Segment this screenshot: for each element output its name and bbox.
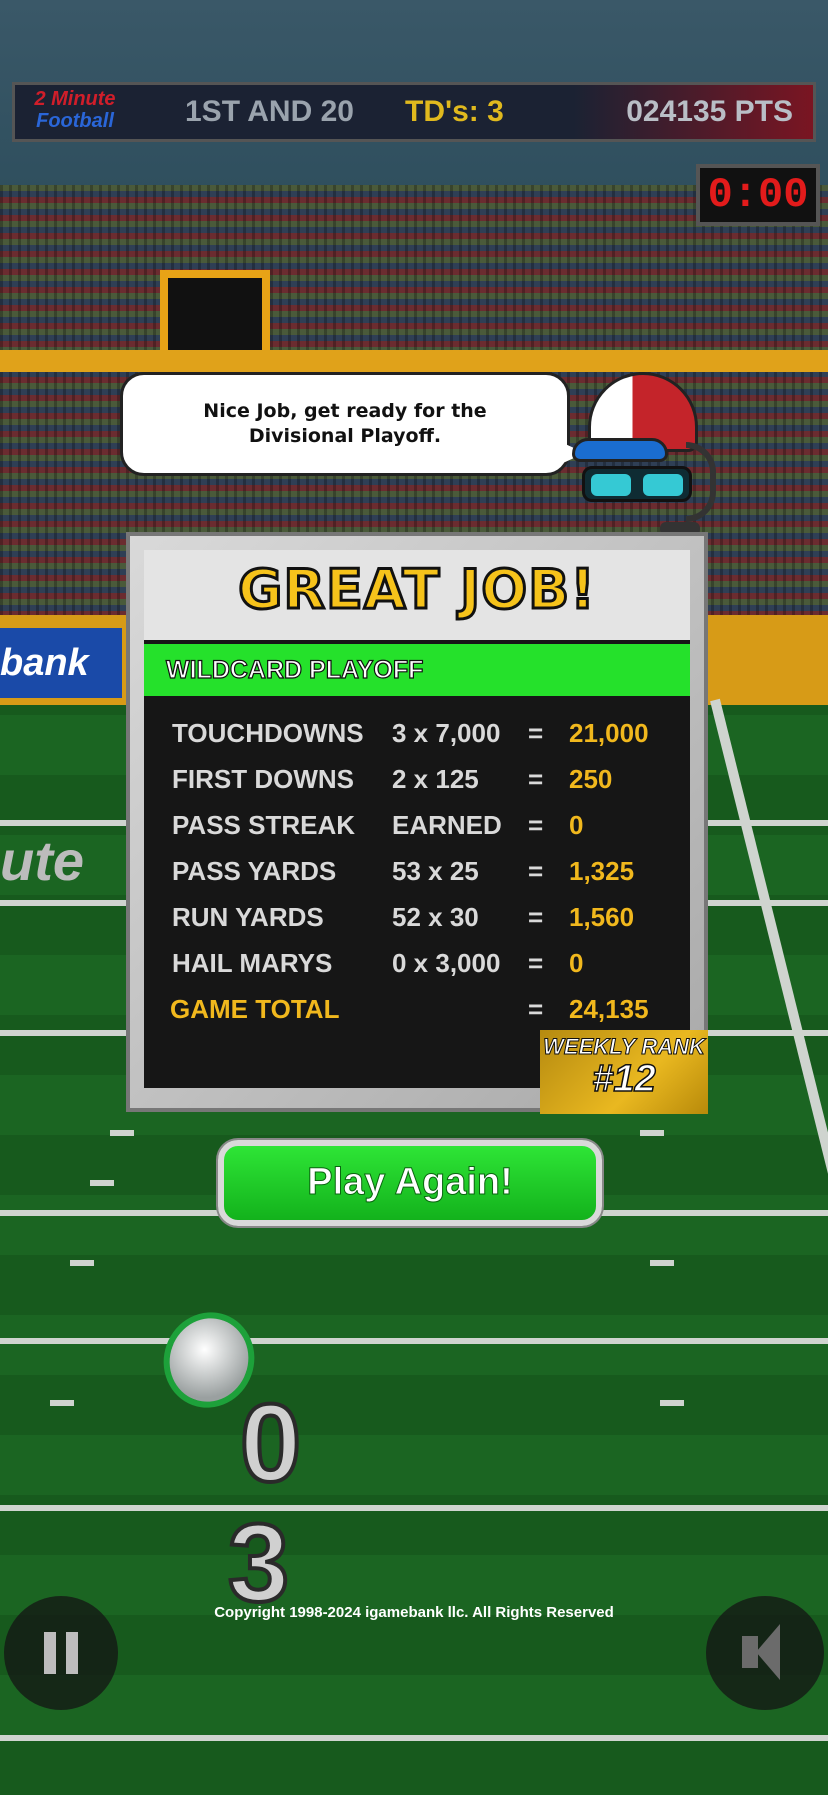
logo-line1: 2 Minute <box>34 88 116 110</box>
row-equals: = <box>528 994 544 1024</box>
game-total-value: 24,135 <box>569 994 649 1024</box>
game-total-label: GAME TOTAL <box>170 994 340 1024</box>
sunglasses-icon <box>582 466 692 502</box>
score-breakdown: TOUCHDOWNS 3 x 7,000 = 21,000 FIRST DOWN… <box>144 710 690 1032</box>
row-calc: 53 x 25 <box>392 856 479 886</box>
row-equals: = <box>528 810 544 840</box>
playoff-round-label: WILDCARD PLAYOFF <box>144 644 690 696</box>
results-header: GREAT JOB! <box>144 550 690 640</box>
row-label: RUN YARDS <box>172 902 324 932</box>
row-calc: EARNED <box>392 810 502 840</box>
scoreboard: 2 Minute Football 1ST AND 20 TD's: 3 024… <box>12 82 816 142</box>
results-panel: GREAT JOB! WILDCARD PLAYOFF TOUCHDOWNS 3… <box>126 532 708 1112</box>
cap-brim <box>572 438 668 462</box>
row-value: 0 <box>569 948 584 978</box>
hash-mark <box>650 1260 674 1266</box>
weekly-rank-label: WEEKLY RANK <box>543 1034 706 1060</box>
yard-line <box>0 1505 828 1511</box>
row-value: 0 <box>569 810 584 840</box>
yard-line <box>0 1338 828 1344</box>
row-equals: = <box>528 856 544 886</box>
results-panel-inner: GREAT JOB! WILDCARD PLAYOFF TOUCHDOWNS 3… <box>144 550 690 1088</box>
field-number: 0 <box>238 1380 303 1507</box>
game-clock: 0:00 <box>696 164 820 226</box>
coach-avatar <box>568 372 718 542</box>
hash-mark <box>90 1180 114 1186</box>
game-total-row: GAME TOTAL = 24,135 <box>144 986 690 1032</box>
weekly-rank-badge: WEEKLY RANK #12 <box>540 1030 708 1114</box>
row-calc: 52 x 30 <box>392 902 479 932</box>
copyright-text: Copyright 1998-2024 igamebank llc. All R… <box>214 1604 614 1621</box>
row-label: PASS YARDS <box>172 856 337 886</box>
yard-line <box>0 1735 828 1741</box>
score-row: FIRST DOWNS 2 x 125 = 250 <box>144 756 690 802</box>
headset-icon <box>686 442 716 522</box>
row-equals: = <box>528 718 544 748</box>
results-title: GREAT JOB! <box>237 557 597 623</box>
row-equals: = <box>528 948 544 978</box>
score-row: TOUCHDOWNS 3 x 7,000 = 21,000 <box>144 710 690 756</box>
sponsor-banner: bank <box>0 628 122 698</box>
score-row: PASS YARDS 53 x 25 = 1,325 <box>144 848 690 894</box>
row-label: HAIL MARYS <box>172 948 333 978</box>
hash-mark <box>70 1260 94 1266</box>
speaker-icon[interactable] <box>706 1596 824 1710</box>
score-row: PASS STREAK EARNED = 0 <box>144 802 690 848</box>
speaker-cone <box>756 1624 780 1680</box>
down-distance: 1ST AND 20 <box>185 95 354 128</box>
row-label: FIRST DOWNS <box>172 764 354 794</box>
play-again-button[interactable]: Play Again! <box>218 1140 602 1226</box>
score-row: RUN YARDS 52 x 30 = 1,560 <box>144 894 690 940</box>
row-label: PASS STREAK <box>172 810 355 840</box>
coach-message: Nice Job, get ready for the Divisional P… <box>203 400 487 447</box>
weekly-rank-value: #12 <box>592 1058 657 1100</box>
pause-icon[interactable] <box>4 1596 118 1710</box>
field-endzone-text: ute <box>0 829 84 892</box>
touchdowns-count: TD's: 3 <box>405 95 504 128</box>
row-calc: 0 x 3,000 <box>392 948 501 978</box>
row-value: 250 <box>569 764 613 794</box>
row-value: 1,325 <box>569 856 635 886</box>
logo-line2: Football <box>36 110 114 132</box>
stadium-wall-upper <box>0 350 828 372</box>
row-value: 21,000 <box>569 718 649 748</box>
row-calc: 2 x 125 <box>392 764 479 794</box>
coach-speech-bubble: Nice Job, get ready for the Divisional P… <box>120 372 585 476</box>
row-label: TOUCHDOWNS <box>172 718 364 748</box>
hash-mark <box>110 1130 134 1136</box>
points-total: 024135 PTS <box>626 95 793 128</box>
hash-mark <box>50 1400 74 1406</box>
row-value: 1,560 <box>569 902 635 932</box>
score-row: HAIL MARYS 0 x 3,000 = 0 <box>144 940 690 986</box>
game-logo: 2 Minute Football <box>25 88 125 136</box>
hash-mark <box>660 1400 684 1406</box>
row-equals: = <box>528 764 544 794</box>
row-calc: 3 x 7,000 <box>392 718 501 748</box>
row-equals: = <box>528 902 544 932</box>
hash-mark <box>640 1130 664 1136</box>
